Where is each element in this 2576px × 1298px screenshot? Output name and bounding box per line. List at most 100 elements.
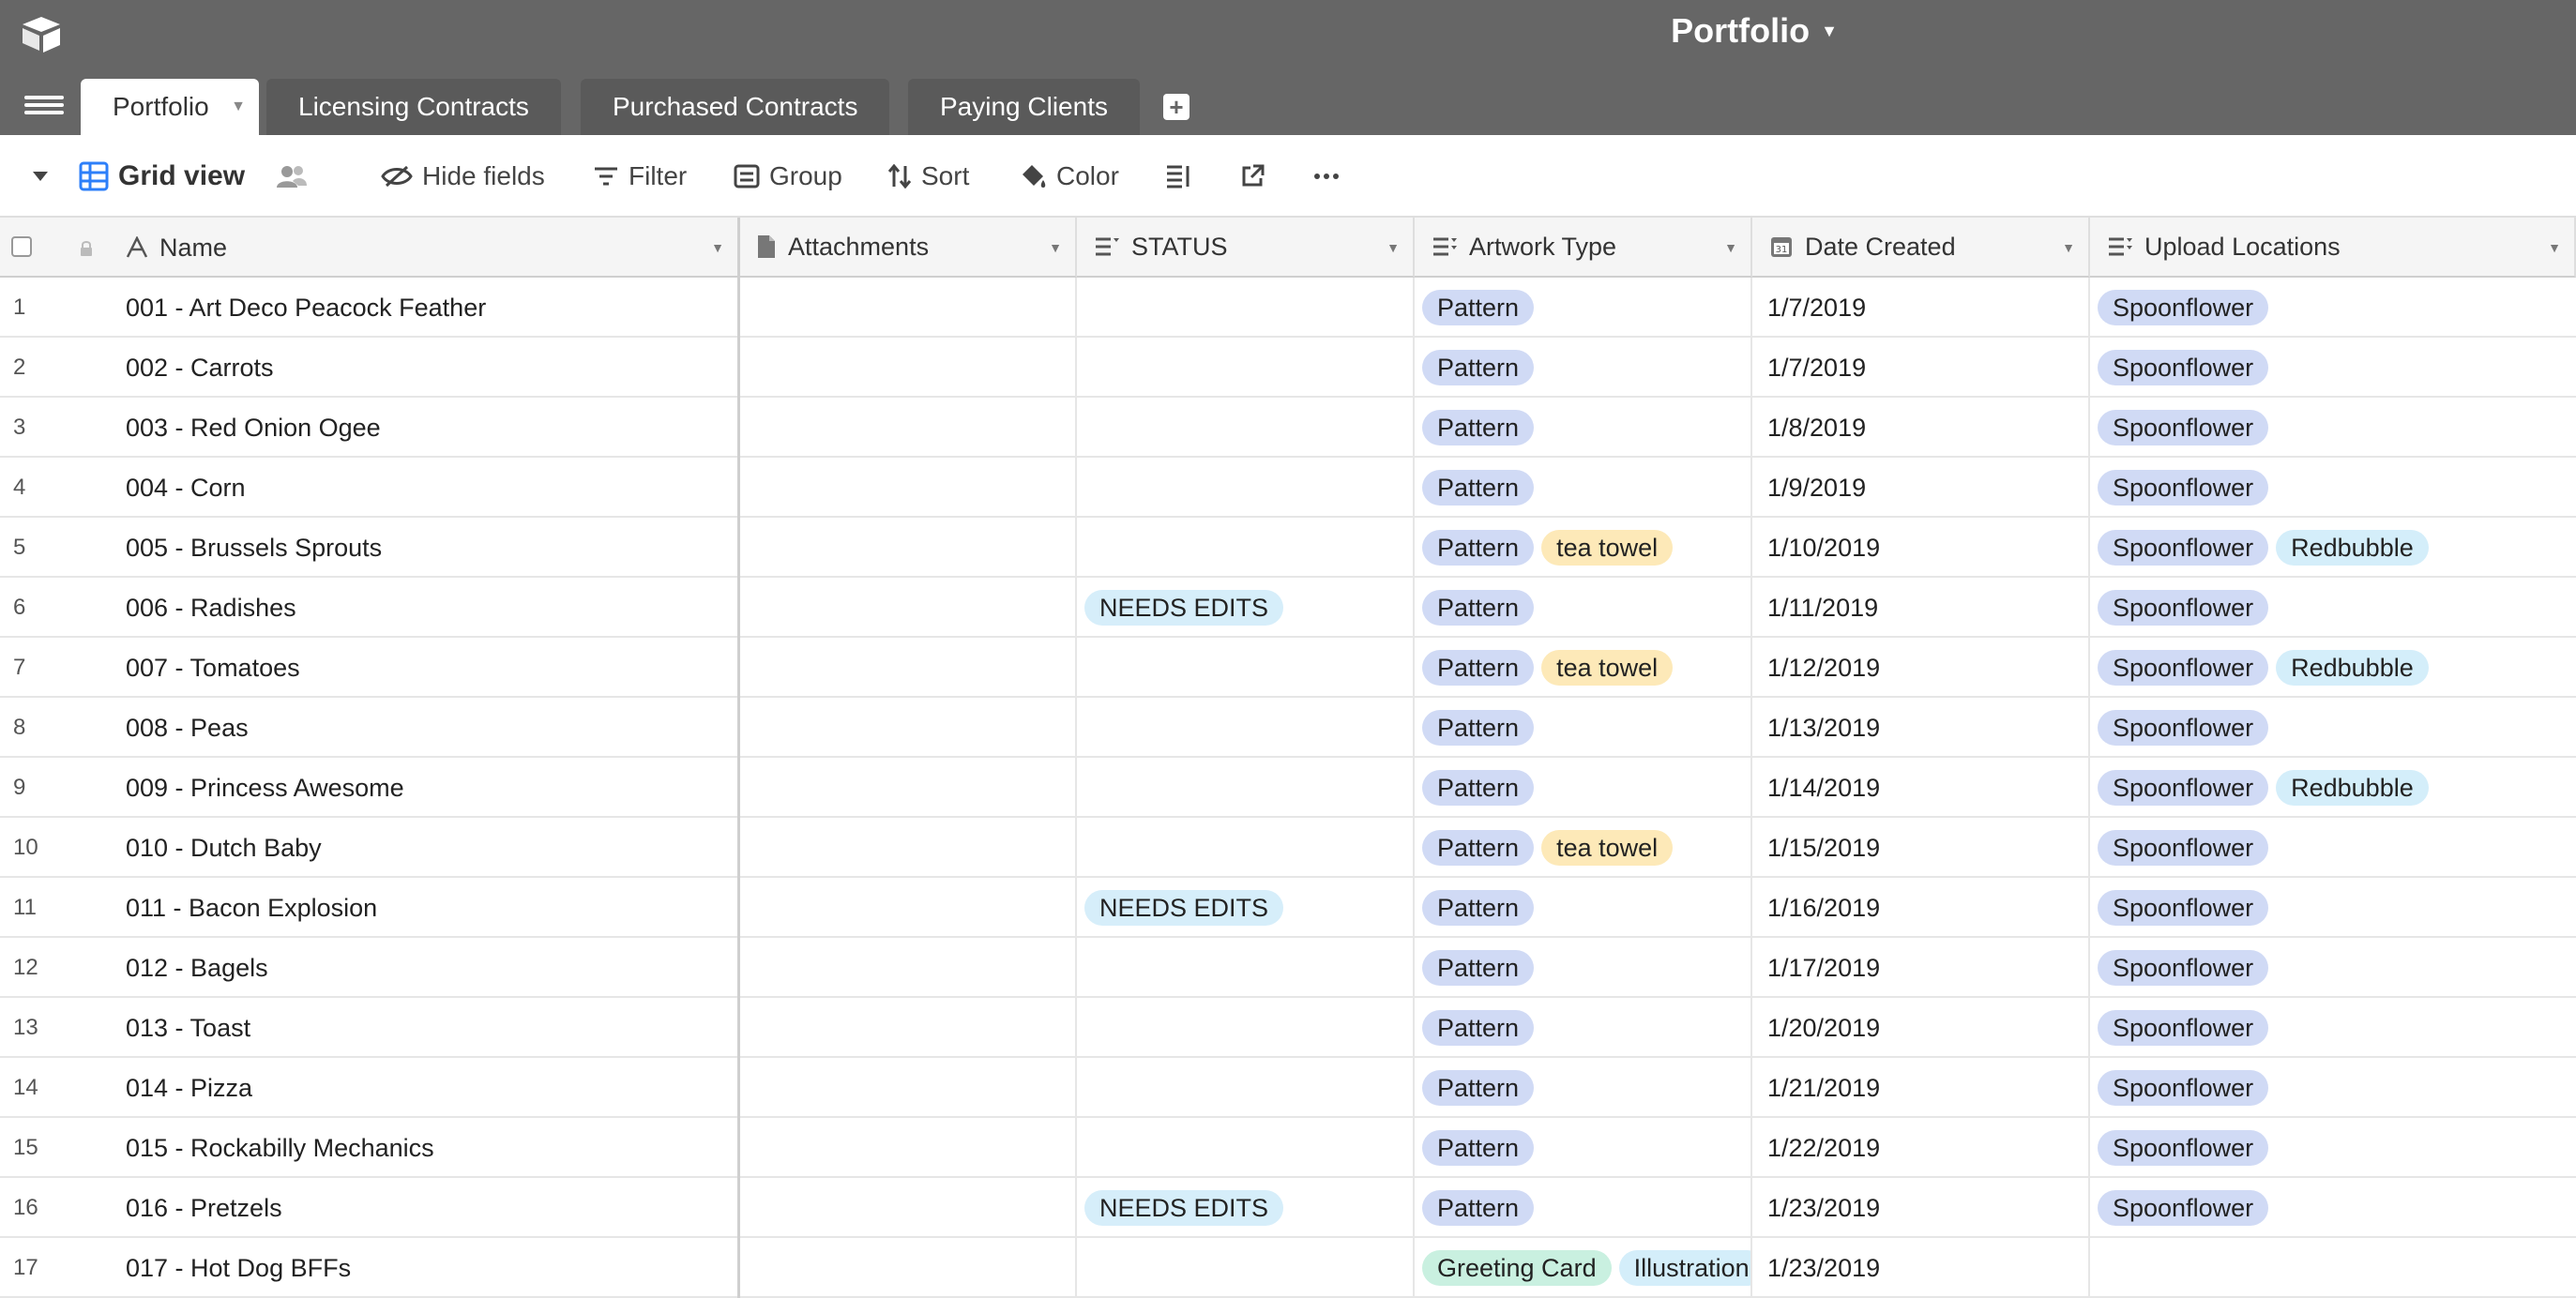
- cell-status[interactable]: [1077, 1118, 1415, 1178]
- column-dropdown-icon[interactable]: ▼: [1386, 240, 1400, 255]
- cell-status[interactable]: [1077, 458, 1415, 518]
- cell-date-created[interactable]: 1/11/2019: [1752, 578, 2090, 638]
- cell-attachments[interactable]: [739, 1238, 1077, 1298]
- cell-artwork-type[interactable]: Pattern tea towel: [1415, 518, 1752, 578]
- cell-upload-locations[interactable]: Spoonflower: [2090, 578, 2576, 638]
- cell-status[interactable]: [1077, 398, 1415, 458]
- cell-date-created[interactable]: 1/22/2019: [1752, 1118, 2090, 1178]
- column-header-upload-locations[interactable]: Upload Locations ▼: [2090, 218, 2576, 278]
- cell-upload-locations[interactable]: Spoonflower Redbubble: [2090, 638, 2576, 698]
- share-view-icon[interactable]: [1240, 135, 1265, 218]
- hide-fields-button[interactable]: Hide fields: [381, 135, 545, 218]
- column-header-date-created[interactable]: 31 Date Created ▼: [1752, 218, 2090, 278]
- cell-name[interactable]: 16 016 - Pretzels: [0, 1178, 739, 1238]
- table-row[interactable]: 9 009 - Princess Awesome Pattern 1/14/2019 S…: [0, 758, 2576, 818]
- cell-artwork-type[interactable]: Pattern: [1415, 578, 1752, 638]
- column-dropdown-icon[interactable]: ▼: [1724, 240, 1737, 255]
- cell-name[interactable]: 4 004 - Corn: [0, 458, 739, 518]
- cell-name[interactable]: 7 007 - Tomatoes: [0, 638, 739, 698]
- cell-name[interactable]: 14 014 - Pizza: [0, 1058, 739, 1118]
- cell-name[interactable]: 9 009 - Princess Awesome: [0, 758, 739, 818]
- cell-status[interactable]: [1077, 638, 1415, 698]
- cell-status[interactable]: [1077, 698, 1415, 758]
- cell-attachments[interactable]: [739, 458, 1077, 518]
- cell-upload-locations[interactable]: Spoonflower: [2090, 1178, 2576, 1238]
- column-header-name[interactable]: Name ▼: [0, 218, 739, 278]
- tab-purchased-contracts[interactable]: Purchased Contracts: [581, 79, 890, 135]
- airtable-logo-icon[interactable]: [19, 15, 64, 53]
- column-header-status[interactable]: STATUS ▼: [1077, 218, 1415, 278]
- cell-upload-locations[interactable]: Spoonflower Redbubble: [2090, 518, 2576, 578]
- group-button[interactable]: Group: [734, 135, 842, 218]
- cell-status[interactable]: [1077, 338, 1415, 398]
- cell-upload-locations[interactable]: Spoonflower: [2090, 458, 2576, 518]
- cell-date-created[interactable]: 1/8/2019: [1752, 398, 2090, 458]
- cell-date-created[interactable]: 1/16/2019: [1752, 878, 2090, 938]
- table-row[interactable]: 6 006 - Radishes NEEDS EDITS Pattern 1/11/20…: [0, 578, 2576, 638]
- cell-name[interactable]: 2 002 - Carrots: [0, 338, 739, 398]
- table-row[interactable]: 17 017 - Hot Dog BFFs Greeting Card Illustr…: [0, 1238, 2576, 1298]
- cell-date-created[interactable]: 1/7/2019: [1752, 278, 2090, 338]
- column-dropdown-icon[interactable]: ▼: [2548, 240, 2561, 255]
- cell-upload-locations[interactable]: Spoonflower: [2090, 1118, 2576, 1178]
- cell-date-created[interactable]: 1/23/2019: [1752, 1178, 2090, 1238]
- table-row[interactable]: 15 015 - Rockabilly Mechanics Pattern 1/22/…: [0, 1118, 2576, 1178]
- cell-artwork-type[interactable]: Pattern: [1415, 758, 1752, 818]
- cell-status[interactable]: [1077, 278, 1415, 338]
- cell-artwork-type[interactable]: Pattern tea towel: [1415, 818, 1752, 878]
- cell-name[interactable]: 8 008 - Peas: [0, 698, 739, 758]
- cell-name[interactable]: 3 003 - Red Onion Ogee: [0, 398, 739, 458]
- table-row[interactable]: 1 001 - Art Deco Peacock Feather Pattern 1/…: [0, 278, 2576, 338]
- cell-artwork-type[interactable]: Pattern: [1415, 458, 1752, 518]
- table-row[interactable]: 7 007 - Tomatoes Pattern tea towel 1/12/2019…: [0, 638, 2576, 698]
- cell-date-created[interactable]: 1/20/2019: [1752, 998, 2090, 1058]
- cell-upload-locations[interactable]: Spoonflower: [2090, 938, 2576, 998]
- cell-artwork-type[interactable]: Pattern: [1415, 998, 1752, 1058]
- filter-button[interactable]: Filter: [593, 135, 687, 218]
- cell-name[interactable]: 6 006 - Radishes: [0, 578, 739, 638]
- cell-upload-locations[interactable]: Spoonflower: [2090, 998, 2576, 1058]
- cell-artwork-type[interactable]: Pattern: [1415, 1178, 1752, 1238]
- cell-artwork-type[interactable]: Pattern: [1415, 338, 1752, 398]
- cell-artwork-type[interactable]: Pattern: [1415, 938, 1752, 998]
- cell-name[interactable]: 12 012 - Bagels: [0, 938, 739, 998]
- cell-attachments[interactable]: [739, 758, 1077, 818]
- cell-attachments[interactable]: [739, 998, 1077, 1058]
- tab-paying-clients[interactable]: Paying Clients: [908, 79, 1140, 135]
- cell-attachments[interactable]: [739, 578, 1077, 638]
- cell-status[interactable]: [1077, 998, 1415, 1058]
- cell-status[interactable]: [1077, 518, 1415, 578]
- cell-upload-locations[interactable]: Spoonflower: [2090, 878, 2576, 938]
- tab-portfolio[interactable]: Portfolio ▼: [81, 79, 259, 135]
- column-header-artwork-type[interactable]: Artwork Type ▼: [1415, 218, 1752, 278]
- cell-name[interactable]: 13 013 - Toast: [0, 998, 739, 1058]
- cell-date-created[interactable]: 1/7/2019: [1752, 338, 2090, 398]
- table-row[interactable]: 3 003 - Red Onion Ogee Pattern 1/8/2019 Spoo…: [0, 398, 2576, 458]
- cell-name[interactable]: 5 005 - Brussels Sprouts: [0, 518, 739, 578]
- cell-attachments[interactable]: [739, 518, 1077, 578]
- cell-status[interactable]: [1077, 938, 1415, 998]
- cell-name[interactable]: 15 015 - Rockabilly Mechanics: [0, 1118, 739, 1178]
- column-dropdown-icon[interactable]: ▼: [2062, 240, 2075, 255]
- cell-name[interactable]: 11 011 - Bacon Explosion: [0, 878, 739, 938]
- tab-licensing-contracts[interactable]: Licensing Contracts: [266, 79, 561, 135]
- menu-icon[interactable]: [24, 92, 64, 120]
- column-dropdown-icon[interactable]: ▼: [711, 240, 724, 255]
- color-button[interactable]: Color: [1019, 135, 1119, 218]
- cell-upload-locations[interactable]: Spoonflower: [2090, 338, 2576, 398]
- cell-attachments[interactable]: [739, 398, 1077, 458]
- cell-date-created[interactable]: 1/21/2019: [1752, 1058, 2090, 1118]
- cell-date-created[interactable]: 1/15/2019: [1752, 818, 2090, 878]
- cell-artwork-type[interactable]: Pattern: [1415, 698, 1752, 758]
- caret-down-icon[interactable]: ▼: [231, 79, 246, 135]
- cell-name[interactable]: 17 017 - Hot Dog BFFs: [0, 1238, 739, 1298]
- cell-attachments[interactable]: [739, 278, 1077, 338]
- cell-status[interactable]: NEEDS EDITS: [1077, 1178, 1415, 1238]
- cell-upload-locations[interactable]: Spoonflower Redbubble: [2090, 758, 2576, 818]
- cell-upload-locations[interactable]: [2090, 1238, 2576, 1298]
- column-header-attachments[interactable]: Attachments ▼: [739, 218, 1077, 278]
- table-row[interactable]: 12 012 - Bagels Pattern 1/17/2019 Spoonflowe…: [0, 938, 2576, 998]
- cell-status[interactable]: NEEDS EDITS: [1077, 578, 1415, 638]
- table-row[interactable]: 4 004 - Corn Pattern 1/9/2019 Spoonflower: [0, 458, 2576, 518]
- cell-attachments[interactable]: [739, 1058, 1077, 1118]
